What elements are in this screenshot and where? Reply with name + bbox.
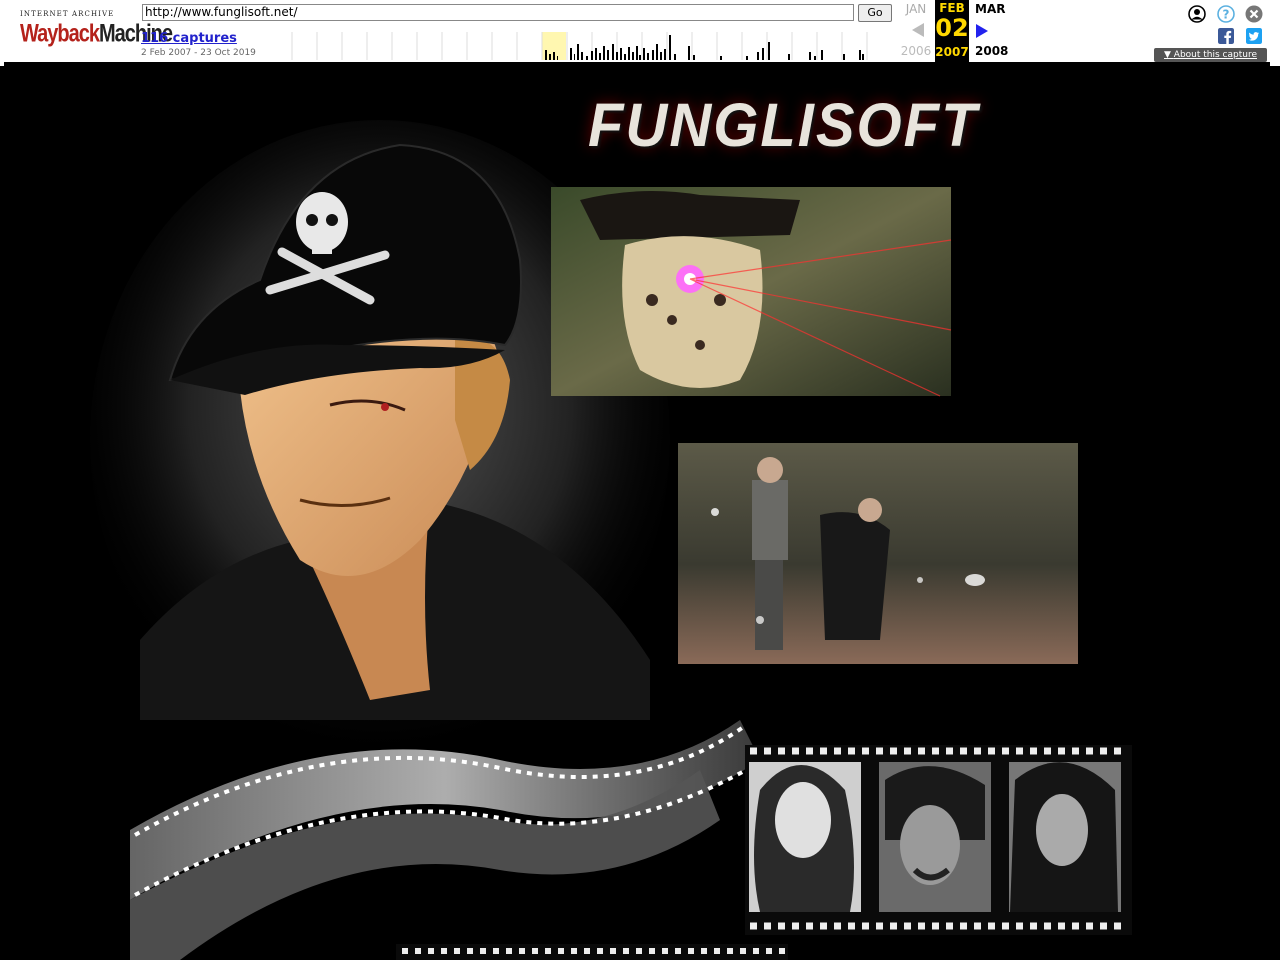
svg-text:?: ? [1223,8,1230,22]
about-capture-toggle[interactable]: ▼ About this capture [1154,48,1267,62]
wayback-logo[interactable]: INTERNET ARCHIVE WaybackMachine [14,8,173,52]
prev-month-nav[interactable]: JAN 2006 [896,2,936,58]
about-capture-label: About this capture [1173,50,1257,60]
current-day-label: 02 [935,14,969,42]
sparkline-year-dividers [291,32,868,60]
captures-link[interactable]: 116 captures [141,31,237,46]
capture-sparkline[interactable] [268,32,892,60]
twitter-icon[interactable] [1246,28,1262,44]
photo-two-figures [678,443,1078,664]
current-year-label: 2007 [935,45,969,59]
site-artwork [90,120,1132,960]
prev-year-label: 2006 [900,44,932,58]
logo-top-text: INTERNET ARCHIVE [20,10,115,18]
facebook-icon[interactable] [1218,28,1234,44]
account-icon[interactable] [1188,5,1206,23]
prev-arrow-icon[interactable] [912,23,924,37]
next-arrow-icon[interactable] [976,24,988,38]
close-icon[interactable] [1245,5,1263,23]
current-month-label: FEB [939,1,965,15]
next-month-nav[interactable]: MAR 2008 [970,2,1010,58]
next-month-label: MAR [975,2,1006,16]
film-strip-ribbon [130,720,760,960]
current-capture-date: FEB 02 2007 [935,0,969,62]
help-icon[interactable]: ? [1217,5,1235,23]
wayback-toolbar: INTERNET ARCHIVE WaybackMachine http://w… [0,0,1280,66]
url-input[interactable]: http://www.funglisoft.net/ [142,4,854,21]
capture-date-range: 2 Feb 2007 - 23 Oct 2019 [141,48,256,58]
go-button[interactable]: Go [858,4,892,22]
site-logo: FUNGLISOFT [588,91,979,160]
toolbar-icons: ? [1186,4,1268,54]
sparkline-capture-bars [545,35,864,60]
bottom-film-perforations [396,944,788,960]
prev-month-label: JAN [905,2,927,16]
photo-masked-figure [551,187,952,397]
next-year-label: 2008 [975,44,1009,58]
portrait-film-strip [745,745,1132,935]
